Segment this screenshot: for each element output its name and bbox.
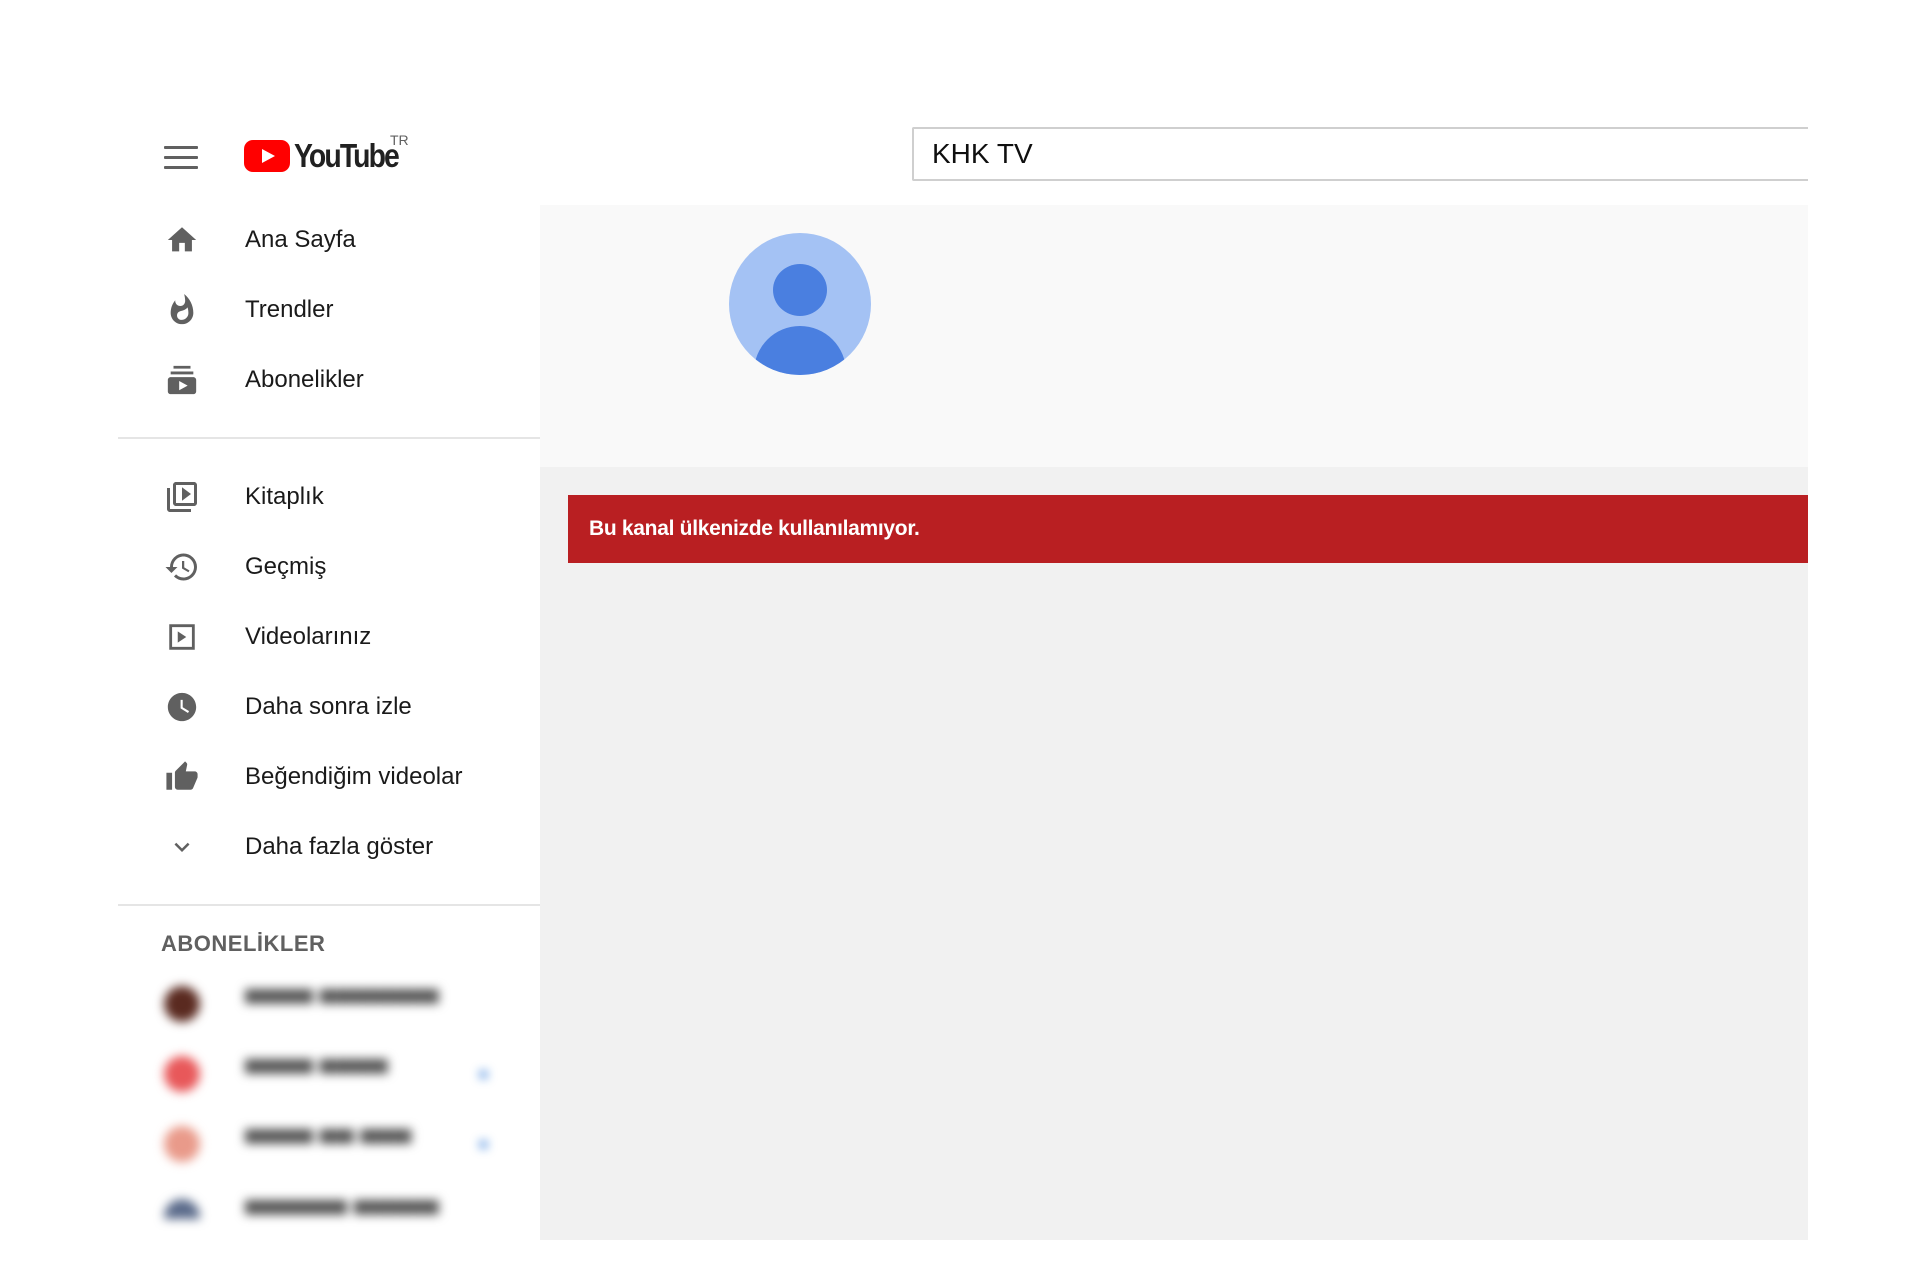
country-code: TR bbox=[390, 132, 409, 148]
sidebar-item-your-videos[interactable]: Videolarınız bbox=[118, 602, 540, 672]
logo-text: YouTube bbox=[294, 137, 400, 174]
channel-name-blurred: ▀▀▀▀ ▀▀ ▀▀▀ bbox=[245, 1130, 412, 1157]
home-icon bbox=[164, 222, 200, 258]
sidebar-item-label: Videolarınız bbox=[245, 623, 372, 650]
subscription-item[interactable]: ▀▀▀▀ ▀▀▀▀ bbox=[118, 1039, 540, 1109]
sidebar-item-label: Beğendiğim videolar bbox=[245, 763, 463, 790]
sidebar: Ana Sayfa Trendler Abonelikler Kitaplık … bbox=[118, 205, 540, 1219]
chevron-down-icon bbox=[164, 829, 200, 865]
channel-name-blurred: ▀▀▀▀ ▀▀▀▀ bbox=[245, 1060, 388, 1087]
sidebar-item-label: Abonelikler bbox=[245, 366, 364, 393]
watch-later-icon bbox=[164, 689, 200, 725]
menu-icon[interactable] bbox=[164, 146, 198, 170]
flame-icon bbox=[164, 292, 200, 328]
subscription-item[interactable]: ▀▀▀▀▀▀ ▀▀▀▀▀ bbox=[118, 1179, 540, 1219]
channel-avatar bbox=[164, 1056, 200, 1092]
sidebar-item-label: Kitaplık bbox=[245, 483, 324, 510]
library-icon bbox=[164, 479, 200, 515]
new-content-dot bbox=[480, 1071, 487, 1078]
channel-avatar bbox=[164, 986, 200, 1022]
sidebar-item-label: Daha fazla göster bbox=[245, 833, 434, 860]
show-more-button[interactable]: Daha fazla göster bbox=[118, 812, 540, 882]
channel-avatar bbox=[164, 1126, 200, 1162]
channel-avatar bbox=[729, 233, 871, 375]
search-input[interactable] bbox=[914, 129, 1808, 179]
thumbs-up-icon bbox=[164, 759, 200, 795]
channel-banner bbox=[540, 205, 1808, 467]
channel-name-blurred: ▀▀▀▀▀▀ ▀▀▀▀▀ bbox=[245, 1201, 439, 1219]
channel-avatar bbox=[164, 1199, 200, 1219]
sidebar-item-home[interactable]: Ana Sayfa bbox=[118, 205, 540, 275]
sidebar-item-label: Geçmiş bbox=[245, 553, 327, 580]
sidebar-item-trending[interactable]: Trendler bbox=[118, 275, 540, 345]
subscription-item[interactable]: ▀▀▀▀ ▀▀▀▀▀▀▀ bbox=[118, 969, 540, 1039]
youtube-play-icon bbox=[244, 140, 290, 172]
alert-banner: Bu kanal ülkenizde kullanılamıyor. bbox=[568, 495, 1808, 563]
sidebar-item-label: Ana Sayfa bbox=[245, 226, 356, 253]
your-videos-icon bbox=[164, 619, 200, 655]
sidebar-item-library[interactable]: Kitaplık bbox=[118, 462, 540, 532]
channel-name-blurred: ▀▀▀▀ ▀▀▀▀▀▀▀ bbox=[245, 990, 439, 1017]
history-icon bbox=[164, 549, 200, 585]
sidebar-item-subscriptions[interactable]: Abonelikler bbox=[118, 345, 540, 415]
channel-content bbox=[540, 467, 1808, 1240]
search-box[interactable] bbox=[912, 127, 1808, 181]
subscriptions-icon bbox=[164, 362, 200, 398]
subscriptions-section-title: ABONELİKLER bbox=[161, 931, 326, 956]
sidebar-item-liked-videos[interactable]: Beğendiğim videolar bbox=[118, 742, 540, 812]
new-content-dot bbox=[480, 1141, 487, 1148]
alert-message: Bu kanal ülkenizde kullanılamıyor. bbox=[589, 517, 920, 540]
sidebar-item-watch-later[interactable]: Daha sonra izle bbox=[118, 672, 540, 742]
sidebar-item-label: Daha sonra izle bbox=[245, 693, 412, 720]
youtube-logo[interactable]: YouTube TR bbox=[244, 132, 415, 176]
sidebar-item-history[interactable]: Geçmiş bbox=[118, 532, 540, 602]
subscription-item[interactable]: ▀▀▀▀ ▀▀ ▀▀▀ bbox=[118, 1109, 540, 1179]
sidebar-item-label: Trendler bbox=[245, 296, 334, 323]
